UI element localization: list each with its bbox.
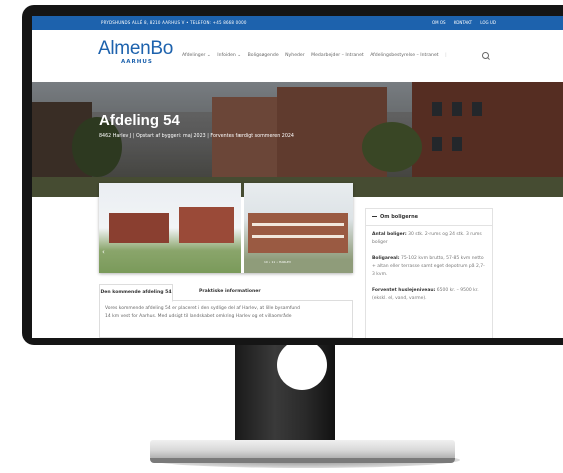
top-links: OM OS KONTAKT LOG UD — [432, 16, 503, 30]
nav-separator: | — [445, 53, 447, 58]
gallery-balcony-row — [252, 235, 344, 238]
gallery-prev-arrow-icon[interactable]: ‹ — [102, 248, 110, 256]
gallery-house — [179, 207, 234, 243]
site-header: AlmenBo AARHUS Afdelinger ⌄ Infoiden ⌄ B… — [32, 30, 563, 83]
info-box-body: Antal boliger: 30 stk. 2-rums og 24 stk.… — [366, 226, 492, 316]
collapse-icon — [372, 216, 377, 217]
top-link-log-ud[interactable]: LOG UD — [480, 20, 496, 25]
contact-info: PRYDSHUNDS ALLÉ 8, 8210 AARHUS V • TELEF… — [101, 20, 247, 25]
page-subtitle: 8462 Harlev J | Opstart af byggeri: maj … — [99, 134, 294, 139]
gallery-house — [109, 213, 169, 243]
monitor-stand-base — [150, 440, 455, 460]
nav-item-medarbejder-intranet[interactable]: Medarbejder – Intranet — [311, 53, 364, 58]
cable-hole — [277, 340, 327, 390]
info-box-title: Om boligerne — [380, 214, 419, 220]
search-icon[interactable] — [482, 52, 489, 59]
info-item-antal-boliger: Antal boliger: 30 stk. 2-rums og 24 stk.… — [372, 232, 482, 245]
tab-panel-line: 14 km vest for Aarhus. Med udsigt til la… — [105, 314, 292, 319]
nav-item-afdelingsbestyrelse-intranet[interactable]: Afdelingsbestyrelse – Intranet — [370, 53, 438, 58]
page-title: Afdeling 54 — [99, 112, 180, 129]
hero-banner: Afdeling 54 8462 Harlev J | Opstart af b… — [32, 82, 563, 197]
nav-item-boligsogende[interactable]: Boligsøgende — [248, 53, 279, 58]
monitor-stand-base-edge — [150, 458, 455, 463]
housing-info-box: Om boligerne Antal boliger: 30 stk. 2-ru… — [365, 208, 493, 338]
logo-wordmark: AlmenBo — [98, 38, 173, 59]
gallery-image-apartments: 10 • 11 • HARLEV — [244, 183, 353, 273]
hero-overlay — [32, 82, 563, 197]
tab-panel: Vores kommende afdeling 54 er placeret i… — [99, 300, 353, 338]
tab-bar: Den kommende afdeling 54 Praktiske infor… — [99, 284, 353, 302]
info-box-header[interactable]: Om boligerne — [366, 209, 492, 226]
top-link-kontakt[interactable]: KONTAKT — [454, 20, 472, 25]
tab-panel-line: Vores kommende afdeling 54 er placeret i… — [105, 306, 300, 311]
info-item-husleje: Forventet huslejeniveau: 6500 kr. – 9500… — [372, 288, 479, 301]
image-gallery[interactable]: 10 • 11 • HARLEV — [99, 183, 353, 273]
monitor-screen: PRYDSHUNDS ALLÉ 8, 8210 AARHUS V • TELEF… — [32, 16, 563, 338]
site-logo[interactable]: AlmenBo AARHUS — [98, 38, 173, 66]
top-bar: PRYDSHUNDS ALLÉ 8, 8210 AARHUS V • TELEF… — [32, 16, 563, 30]
gallery-image-rowhouses — [99, 183, 241, 273]
top-link-om-os[interactable]: OM OS — [432, 20, 446, 25]
logo-subtitle: AARHUS — [121, 59, 153, 65]
gallery-balcony-row — [252, 223, 344, 226]
gallery-caption: 10 • 11 • HARLEV — [264, 260, 291, 264]
gallery-apartment-block — [248, 213, 348, 253]
nav-item-afdelinger[interactable]: Afdelinger ⌄ — [182, 53, 211, 58]
tab-praktiske-informationer[interactable]: Praktiske informationer — [199, 284, 261, 300]
info-item-boligareal: Boligareal: 75-102 kvm brutto, 57-85 kvm… — [372, 256, 485, 277]
main-nav: Afdelinger ⌄ Infoiden ⌄ Boligsøgende Nyh… — [182, 53, 451, 58]
nav-item-nyheder[interactable]: Nyheder — [285, 53, 305, 58]
nav-item-infoiden[interactable]: Infoiden ⌄ — [217, 53, 241, 58]
